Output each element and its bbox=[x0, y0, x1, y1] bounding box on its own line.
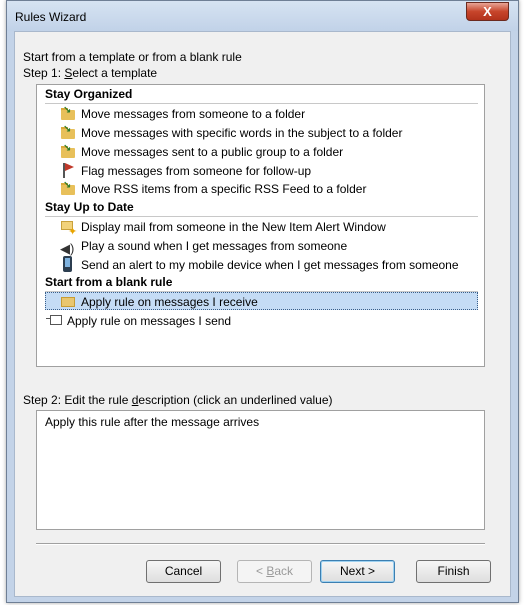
close-icon: X bbox=[483, 4, 492, 19]
template-item[interactable]: ↘ Move messages with specific words in th… bbox=[60, 124, 402, 142]
next-button[interactable]: Next > bbox=[320, 560, 395, 583]
group-divider bbox=[45, 216, 478, 217]
intro-line: Start from a template or from a blank ru… bbox=[23, 50, 242, 64]
move-folder-icon: ↘ bbox=[60, 105, 76, 121]
inbox-icon bbox=[60, 293, 76, 309]
close-button[interactable]: X bbox=[466, 2, 509, 21]
group-header-stay-organized: Stay Organized bbox=[45, 87, 133, 101]
template-item[interactable]: Apply rule on messages I send bbox=[46, 312, 231, 330]
template-item[interactable]: ↘ Move RSS items from a specific RSS Feed… bbox=[60, 180, 366, 198]
move-folder-icon: ↘ bbox=[60, 124, 76, 140]
rule-description-box[interactable]: Apply this rule after the message arrive… bbox=[36, 410, 485, 530]
template-item-selected[interactable]: Apply rule on messages I receive bbox=[45, 292, 478, 310]
template-item[interactable]: ↘ Move messages sent to a public group to… bbox=[60, 143, 343, 161]
title-bar[interactable]: Rules Wizard X bbox=[7, 1, 518, 31]
mobile-icon bbox=[60, 256, 76, 272]
alert-icon: ✦ bbox=[60, 218, 77, 238]
template-item[interactable]: ✦ Display mail from someone in the New It… bbox=[60, 218, 386, 238]
template-item[interactable]: ↘ Move messages from someone to a folder bbox=[60, 105, 305, 123]
send-icon bbox=[46, 312, 62, 328]
group-header-stay-up-to-date: Stay Up to Date bbox=[45, 200, 134, 214]
intro-text: Start from a template or from a blank ru… bbox=[23, 49, 242, 81]
template-item[interactable]: ◀) Play a sound when I get messages from … bbox=[60, 237, 347, 256]
back-button[interactable]: < Back bbox=[237, 560, 312, 583]
step1-label: Step 1: Select a template bbox=[23, 66, 158, 80]
dialog-title: Rules Wizard bbox=[15, 10, 87, 24]
group-header-blank-rule: Start from a blank rule bbox=[45, 275, 173, 289]
template-item[interactable]: Send an alert to my mobile device when I… bbox=[60, 256, 459, 274]
speaker-icon: ◀) bbox=[60, 241, 75, 256]
button-separator bbox=[36, 543, 485, 545]
rule-description-text: Apply this rule after the message arrive… bbox=[45, 415, 260, 429]
move-folder-icon: ↘ bbox=[60, 180, 76, 196]
flag-icon bbox=[60, 162, 76, 178]
template-list[interactable]: Stay Organized ↘ Move messages from someo… bbox=[36, 84, 485, 367]
group-divider bbox=[45, 103, 478, 104]
template-item[interactable]: Flag messages from someone for follow-up bbox=[60, 162, 311, 180]
step2-label: Step 2: Edit the rule description (click… bbox=[23, 393, 333, 407]
finish-button[interactable]: Finish bbox=[416, 560, 491, 583]
cancel-button[interactable]: Cancel bbox=[146, 560, 221, 583]
move-folder-icon: ↘ bbox=[60, 143, 76, 159]
